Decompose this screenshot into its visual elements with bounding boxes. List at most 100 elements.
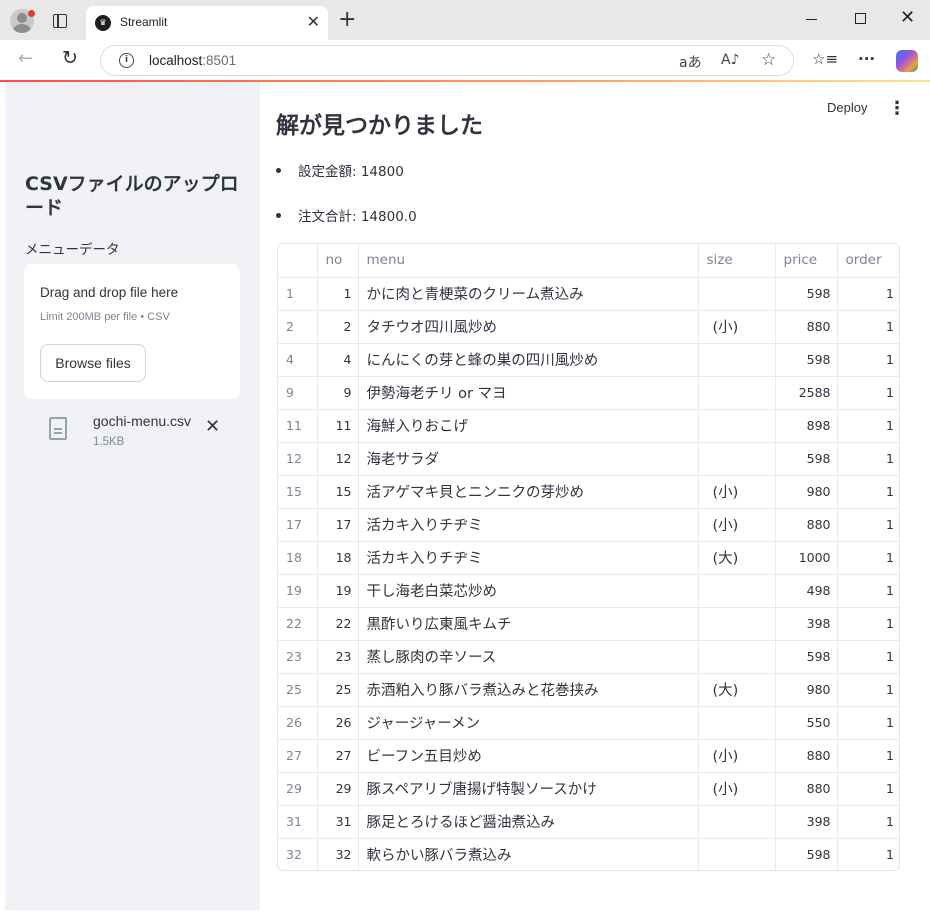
cell-menu[interactable]: 活カキ入りチヂミ xyxy=(358,508,699,542)
cell-order[interactable]: 1 xyxy=(837,409,899,443)
cell-index[interactable]: 18 xyxy=(278,541,318,575)
deploy-button[interactable]: Deploy xyxy=(827,100,867,115)
cell-size[interactable] xyxy=(698,640,776,674)
cell-index[interactable]: 29 xyxy=(278,772,318,806)
cell-index[interactable]: 11 xyxy=(278,409,318,443)
cell-price[interactable]: 880 xyxy=(775,739,838,773)
cell-index[interactable]: 4 xyxy=(278,343,318,377)
cell-price[interactable]: 598 xyxy=(775,838,838,870)
column-header-index[interactable] xyxy=(278,244,318,278)
cell-size[interactable] xyxy=(698,442,776,476)
cell-order[interactable]: 1 xyxy=(837,442,899,476)
cell-price[interactable]: 598 xyxy=(775,442,838,476)
cell-size[interactable] xyxy=(698,838,776,870)
cell-no[interactable]: 22 xyxy=(317,607,359,641)
cell-no[interactable]: 23 xyxy=(317,640,359,674)
cell-menu[interactable]: 活アゲマキ貝とニンニクの芽炒め xyxy=(358,475,699,509)
cell-order[interactable]: 1 xyxy=(837,739,899,773)
result-dataframe[interactable]: no menu size price order 1 1 かに肉と青梗菜のクリーム煮… xyxy=(277,243,900,871)
column-header-menu[interactable]: menu xyxy=(358,244,699,278)
cell-index[interactable]: 12 xyxy=(278,442,318,476)
read-aloud-icon[interactable]: A♪ xyxy=(721,52,740,68)
browse-files-button[interactable]: Browse files xyxy=(40,344,146,382)
cell-size[interactable]: (小) xyxy=(698,772,776,806)
cell-size[interactable] xyxy=(698,574,776,608)
more-menu-icon[interactable]: ··· xyxy=(858,50,875,68)
cell-no[interactable]: 27 xyxy=(317,739,359,773)
cell-order[interactable]: 1 xyxy=(837,805,899,839)
cell-no[interactable]: 4 xyxy=(317,343,359,377)
cell-order[interactable]: 1 xyxy=(837,640,899,674)
url-field[interactable]: i localhost:8501 aあ A♪ ☆ xyxy=(100,45,794,76)
cell-no[interactable]: 26 xyxy=(317,706,359,740)
cell-price[interactable]: 880 xyxy=(775,310,838,344)
cell-menu[interactable]: 豚足とろけるほど醤油煮込み xyxy=(358,805,699,839)
cell-index[interactable]: 23 xyxy=(278,640,318,674)
cell-index[interactable]: 15 xyxy=(278,475,318,509)
cell-no[interactable]: 11 xyxy=(317,409,359,443)
cell-size[interactable]: (小) xyxy=(698,739,776,773)
column-header-price[interactable]: price xyxy=(775,244,838,278)
cell-size[interactable]: (小) xyxy=(698,508,776,542)
cell-index[interactable]: 22 xyxy=(278,607,318,641)
back-arrow-icon[interactable]: ← xyxy=(18,48,33,69)
cell-price[interactable]: 980 xyxy=(775,475,838,509)
translate-icon[interactable]: aあ xyxy=(679,52,702,72)
window-maximize-icon[interactable] xyxy=(855,13,866,24)
cell-no[interactable]: 2 xyxy=(317,310,359,344)
cell-no[interactable]: 9 xyxy=(317,376,359,410)
cell-price[interactable]: 980 xyxy=(775,673,838,707)
cell-no[interactable]: 17 xyxy=(317,508,359,542)
cell-no[interactable]: 25 xyxy=(317,673,359,707)
cell-price[interactable]: 2588 xyxy=(775,376,838,410)
favorite-star-icon[interactable]: ☆ xyxy=(761,50,776,70)
cell-order[interactable]: 1 xyxy=(837,838,899,870)
cell-index[interactable]: 32 xyxy=(278,838,318,870)
cell-order[interactable]: 1 xyxy=(837,310,899,344)
cell-price[interactable]: 898 xyxy=(775,409,838,443)
tab-actions-icon[interactable] xyxy=(53,14,67,28)
cell-order[interactable]: 1 xyxy=(837,772,899,806)
cell-menu[interactable]: ジャージャーメン xyxy=(358,706,699,740)
cell-price[interactable]: 598 xyxy=(775,640,838,674)
cell-index[interactable]: 17 xyxy=(278,508,318,542)
cell-index[interactable]: 25 xyxy=(278,673,318,707)
main-menu-icon[interactable]: ⋮ xyxy=(888,96,906,122)
cell-price[interactable]: 598 xyxy=(775,343,838,377)
cell-order[interactable]: 1 xyxy=(837,706,899,740)
cell-menu[interactable]: 軟らかい豚バラ煮込み xyxy=(358,838,699,870)
cell-no[interactable]: 15 xyxy=(317,475,359,509)
cell-no[interactable]: 29 xyxy=(317,772,359,806)
cell-price[interactable]: 498 xyxy=(775,574,838,608)
cell-menu[interactable]: 活カキ入りチヂミ xyxy=(358,541,699,575)
cell-size[interactable] xyxy=(698,409,776,443)
window-minimize-icon[interactable] xyxy=(806,19,817,21)
cell-index[interactable]: 1 xyxy=(278,277,318,311)
cell-menu[interactable]: 伊勢海老チリ or マヨ xyxy=(358,376,699,410)
window-close-icon[interactable]: ✕ xyxy=(900,9,915,27)
cell-index[interactable]: 27 xyxy=(278,739,318,773)
cell-size[interactable] xyxy=(698,706,776,740)
new-tab-icon[interactable]: + xyxy=(338,9,356,31)
cell-order[interactable]: 1 xyxy=(837,574,899,608)
cell-size[interactable]: (大) xyxy=(698,673,776,707)
favorites-icon[interactable]: ☆≡ xyxy=(812,50,838,68)
cell-no[interactable]: 1 xyxy=(317,277,359,311)
column-header-no[interactable]: no xyxy=(317,244,359,278)
cell-order[interactable]: 1 xyxy=(837,541,899,575)
site-info-icon[interactable]: i xyxy=(119,53,134,68)
cell-menu[interactable]: 海鮮入りおこげ xyxy=(358,409,699,443)
cell-menu[interactable]: 蒸し豚肉の辛ソース xyxy=(358,640,699,674)
column-header-size[interactable]: size xyxy=(698,244,776,278)
cell-order[interactable]: 1 xyxy=(837,343,899,377)
remove-file-icon[interactable]: ✕ xyxy=(205,417,220,437)
cell-size[interactable]: (大) xyxy=(698,541,776,575)
cell-no[interactable]: 19 xyxy=(317,574,359,608)
cell-size[interactable] xyxy=(698,376,776,410)
cell-index[interactable]: 2 xyxy=(278,310,318,344)
cell-menu[interactable]: 干し海老白菜芯炒め xyxy=(358,574,699,608)
cell-no[interactable]: 31 xyxy=(317,805,359,839)
cell-order[interactable]: 1 xyxy=(837,376,899,410)
cell-menu[interactable]: にんにくの芽と蜂の巣の四川風炒め xyxy=(358,343,699,377)
column-header-order[interactable]: order xyxy=(837,244,899,278)
